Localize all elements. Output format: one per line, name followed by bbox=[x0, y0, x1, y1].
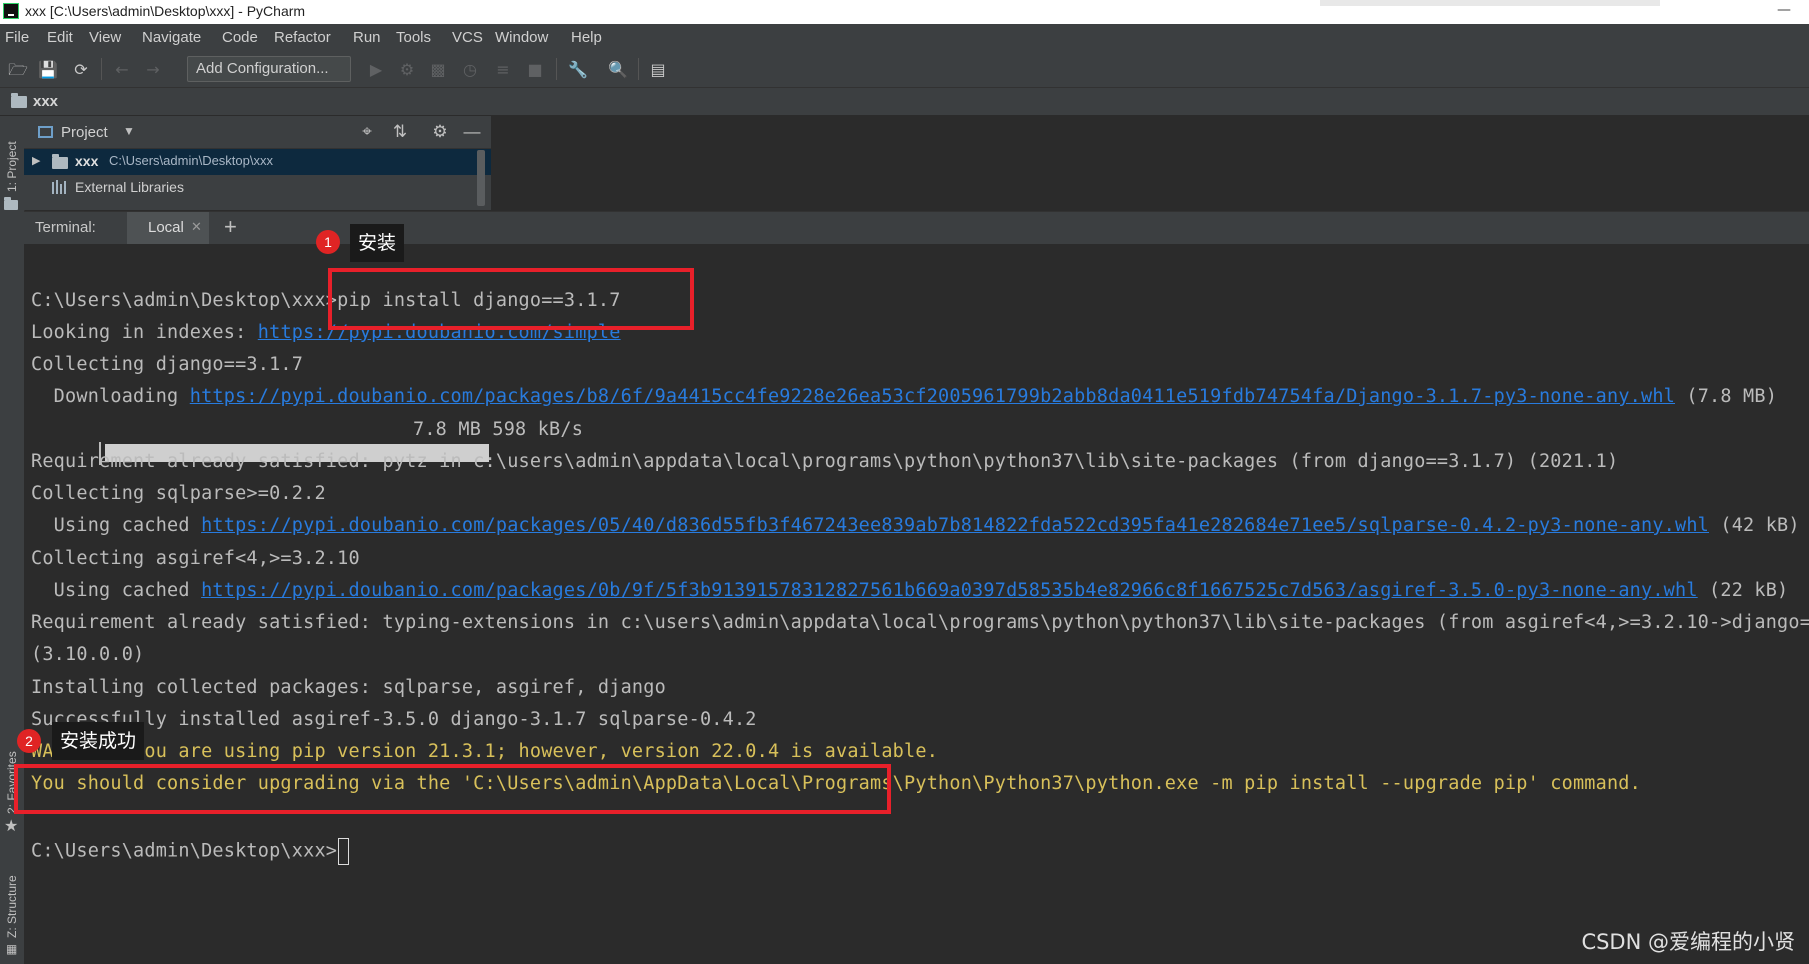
back-icon[interactable]: ← bbox=[112, 60, 132, 80]
window-titlebar: xxx [C:\Users\admin\Desktop\xxx] - PyCha… bbox=[0, 0, 1809, 24]
toolbar-separator bbox=[101, 58, 102, 80]
django-wheel-link[interactable]: https://pypi.doubanio.com/packages/b8/6f… bbox=[190, 386, 1675, 407]
folder-icon bbox=[52, 154, 68, 169]
menu-window[interactable]: Window bbox=[495, 29, 548, 46]
menu-tools[interactable]: Tools bbox=[396, 29, 431, 46]
profile-icon[interactable]: ◷ bbox=[460, 60, 480, 80]
terminal-label: Terminal: bbox=[35, 219, 96, 236]
menu-help[interactable]: Help bbox=[571, 29, 602, 46]
tree-root-name: xxx bbox=[75, 153, 99, 169]
search-icon[interactable]: 🔍 bbox=[608, 60, 628, 80]
left-tool-strip: 1: Project 2: Favorites ★ Z: Structure ▦ bbox=[0, 116, 25, 964]
breadcrumb-project[interactable]: xxx bbox=[33, 93, 58, 110]
minimize-button[interactable]: — bbox=[1777, 2, 1791, 18]
vcs-icon[interactable]: ▤ bbox=[648, 60, 668, 80]
editor-area bbox=[491, 116, 1809, 210]
asgiref-wheel-link[interactable]: https://pypi.doubanio.com/packages/0b/9f… bbox=[201, 580, 1698, 601]
annotation-step1-label: 安装 bbox=[350, 224, 405, 262]
project-panel-header: Project ▼ ⌖ ⇅ ⚙ — bbox=[24, 116, 491, 149]
side-tab-structure[interactable]: Z: Structure bbox=[5, 875, 19, 938]
terminal-cursor bbox=[338, 838, 350, 865]
terminal-line-collect-sqlparse: Collecting sqlparse>=0.2.2 bbox=[31, 483, 326, 504]
project-view-icon bbox=[38, 126, 53, 138]
menu-run[interactable]: Run bbox=[353, 29, 381, 46]
terminal-line-download: Downloading https://pypi.doubanio.com/pa… bbox=[31, 386, 1778, 407]
menu-navigate[interactable]: Navigate bbox=[142, 29, 201, 46]
project-panel: Project ▼ ⌖ ⇅ ⚙ — ▶ xxx C:\Users\admin\D… bbox=[24, 116, 491, 210]
new-terminal-tab-icon[interactable]: + bbox=[224, 214, 237, 240]
project-view-selector[interactable]: Project bbox=[61, 124, 108, 141]
terminal-tab-bar: Terminal: Local ✕ + bbox=[24, 211, 1809, 245]
side-tab-project[interactable]: 1: Project bbox=[5, 141, 19, 192]
terminal-tab-label: Local bbox=[148, 219, 184, 236]
annotation-box-success bbox=[14, 764, 891, 814]
toolbar-separator bbox=[556, 58, 557, 80]
close-icon[interactable]: ✕ bbox=[191, 219, 202, 235]
main-toolbar: 🗁 💾 ⟳ ← → Add Configuration... ▶ ⚙ ▩ ◷ ≡… bbox=[0, 52, 1809, 88]
expand-arrow-icon[interactable]: ▶ bbox=[32, 154, 40, 167]
wrench-icon[interactable]: 🔧 bbox=[568, 60, 588, 80]
navigation-bar: xxx bbox=[0, 88, 1809, 116]
terminal-tab-local[interactable]: Local ✕ bbox=[127, 212, 209, 244]
window-title: xxx [C:\Users\admin\Desktop\xxx] - PyCha… bbox=[25, 3, 306, 19]
project-scrollbar[interactable] bbox=[477, 150, 485, 206]
collapse-all-icon[interactable]: ⇅ bbox=[390, 122, 410, 142]
concurrency-icon[interactable]: ≡ bbox=[493, 60, 513, 80]
toolbar-separator bbox=[638, 58, 639, 80]
terminal-output[interactable]: C:\Users\admin\Desktop\xxx>pip install d… bbox=[24, 244, 1809, 964]
sync-icon[interactable]: ⟳ bbox=[71, 60, 91, 80]
tree-root-path: C:\Users\admin\Desktop\xxx bbox=[109, 153, 273, 168]
terminal-line-installing: Installing collected packages: sqlparse,… bbox=[31, 677, 666, 698]
stop-icon[interactable]: ■ bbox=[525, 60, 545, 80]
save-icon[interactable]: 💾 bbox=[38, 60, 58, 80]
sqlparse-wheel-link[interactable]: https://pypi.doubanio.com/packages/05/40… bbox=[201, 515, 1709, 536]
locate-icon[interactable]: ⌖ bbox=[357, 122, 377, 142]
add-configuration-button[interactable]: Add Configuration... bbox=[187, 56, 351, 82]
hide-icon[interactable]: — bbox=[462, 122, 482, 142]
folder-icon bbox=[11, 93, 27, 108]
annotation-step1-badge: 1 bbox=[316, 230, 340, 254]
run-icon[interactable]: ▶ bbox=[366, 60, 386, 80]
pycharm-app-icon bbox=[3, 3, 19, 19]
terminal-line-collect-asgiref: Collecting asgiref<4,>=3.2.10 bbox=[31, 548, 360, 569]
terminal-line-collect-django: Collecting django==3.1.7 bbox=[31, 354, 304, 375]
debug-icon[interactable]: ⚙ bbox=[397, 60, 417, 80]
terminal-line-warning: WARNING: You are using pip version 21.3.… bbox=[31, 741, 939, 762]
terminal-line-req-typing-cont: (3.10.0.0) bbox=[31, 644, 145, 665]
terminal-line-req-typing: Requirement already satisfied: typing-ex… bbox=[31, 612, 1809, 633]
terminal-line-sqlparse-cached: Using cached https://pypi.doubanio.com/p… bbox=[31, 515, 1800, 536]
terminal-line-asgiref-cached: Using cached https://pypi.doubanio.com/p… bbox=[31, 580, 1789, 601]
titlebar-overlay bbox=[1320, 0, 1660, 6]
download-progress-text: 7.8 MB 598 kB/s bbox=[413, 419, 584, 440]
menu-code[interactable]: Code bbox=[222, 29, 258, 46]
annotation-box-install-command bbox=[328, 268, 694, 330]
star-icon: ★ bbox=[4, 816, 19, 835]
tree-row-project-root[interactable]: ▶ xxx C:\Users\admin\Desktop\xxx bbox=[24, 149, 491, 175]
tree-row-external-libraries[interactable]: External Libraries bbox=[24, 175, 491, 201]
open-folder-icon[interactable]: 🗁 bbox=[8, 60, 28, 80]
annotation-step2-label: 安装成功 bbox=[52, 722, 145, 760]
structure-icon: ▦ bbox=[6, 942, 18, 956]
terminal-line-req-pytz: Requirement already satisfied: pytz in c… bbox=[31, 451, 1619, 472]
tree-external-libraries-label: External Libraries bbox=[75, 179, 184, 195]
coverage-icon[interactable]: ▩ bbox=[428, 60, 448, 80]
menu-refactor[interactable]: Refactor bbox=[274, 29, 331, 46]
menu-edit[interactable]: Edit bbox=[47, 29, 73, 46]
libraries-icon bbox=[52, 180, 69, 194]
menu-bar: File Edit View Navigate Code Refactor Ru… bbox=[0, 24, 1809, 52]
forward-icon[interactable]: → bbox=[143, 60, 163, 80]
terminal-line-prompt: C:\Users\admin\Desktop\xxx> bbox=[31, 838, 350, 865]
project-folder-icon bbox=[4, 197, 18, 210]
chevron-down-icon[interactable]: ▼ bbox=[123, 124, 135, 138]
annotation-step2-badge: 2 bbox=[17, 729, 41, 753]
menu-vcs[interactable]: VCS bbox=[452, 29, 483, 46]
gear-icon[interactable]: ⚙ bbox=[430, 122, 450, 142]
csdn-watermark: CSDN @爱编程的小贤 bbox=[1581, 930, 1795, 954]
menu-file[interactable]: File bbox=[5, 29, 29, 46]
menu-view[interactable]: View bbox=[89, 29, 121, 46]
